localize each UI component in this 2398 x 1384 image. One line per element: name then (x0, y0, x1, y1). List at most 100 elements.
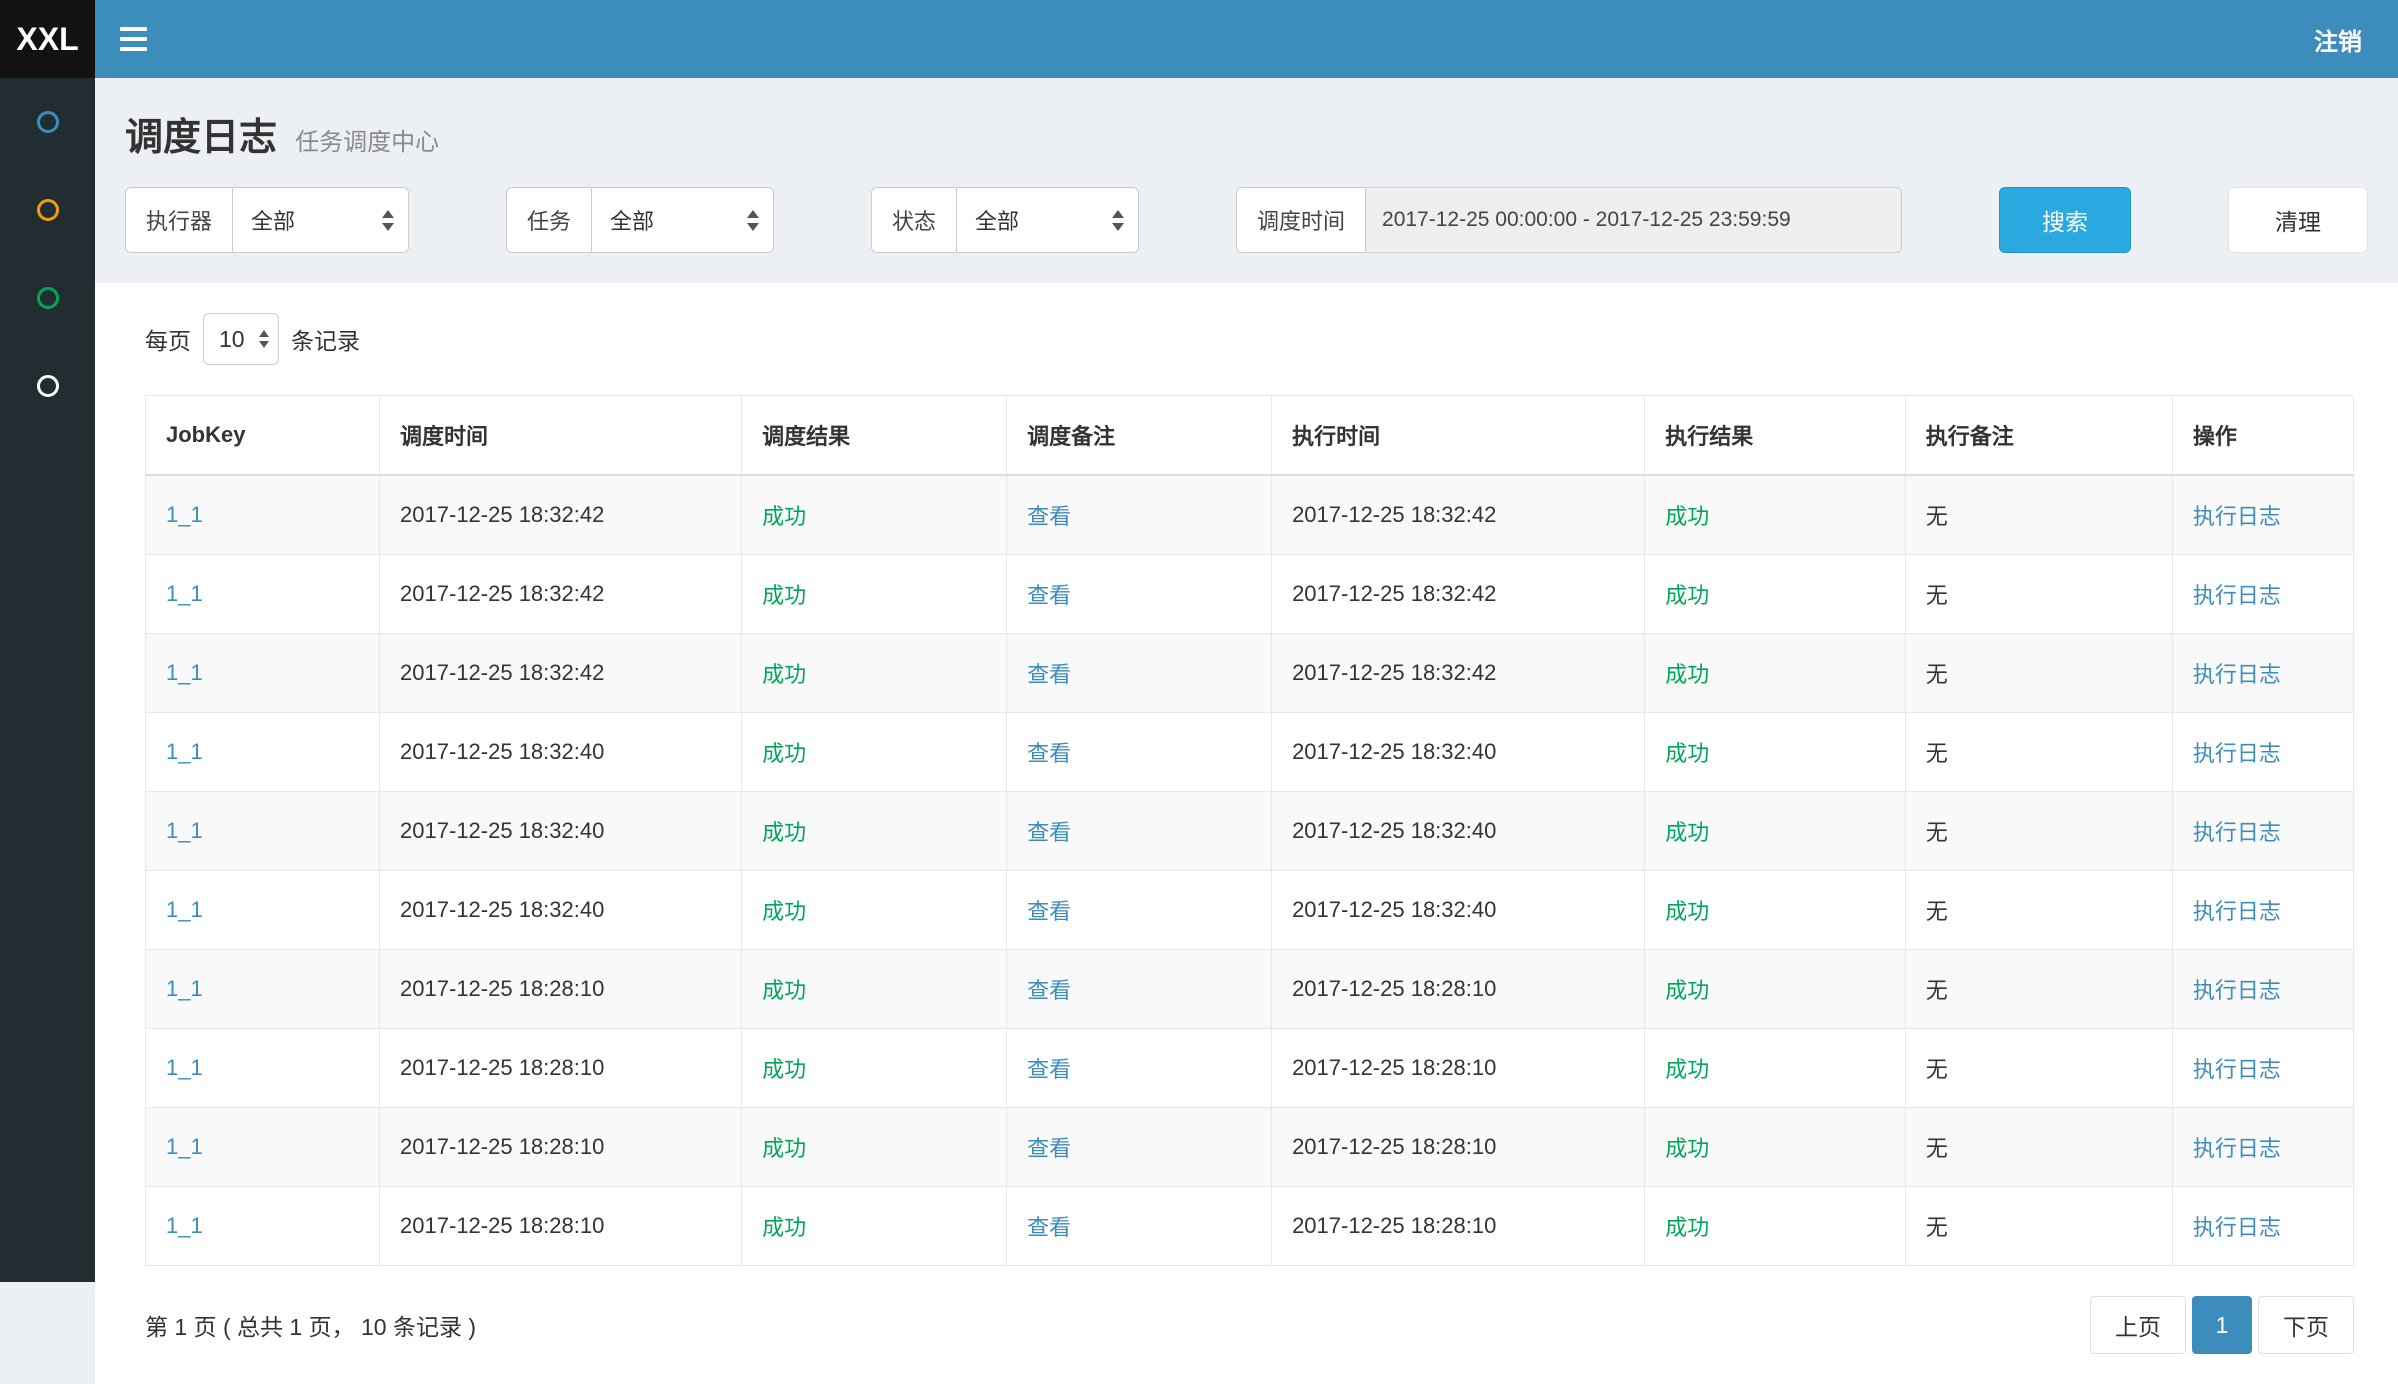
trigger-result: 成功 (762, 978, 806, 1003)
trigger-result: 成功 (762, 504, 806, 529)
next-page-button[interactable]: 下页 (2258, 1296, 2354, 1354)
trigger-result: 成功 (762, 1215, 806, 1240)
col-jobkey: JobKey (146, 396, 380, 476)
trigger-time: 2017-12-25 18:28:10 (400, 976, 604, 1001)
table-footer: 第 1 页 ( 总共 1 页， 10 条记录 ) 上页 1 下页 (145, 1296, 2354, 1354)
select-stepper-icon (1112, 210, 1124, 231)
circle-icon (37, 111, 59, 133)
clear-button[interactable]: 清理 (2228, 187, 2368, 253)
handle-msg: 无 (1926, 1215, 1948, 1240)
trigger-time-range-input[interactable] (1365, 187, 1902, 253)
sidebar-toggle-button[interactable] (95, 0, 171, 78)
handle-result: 成功 (1665, 978, 1709, 1003)
page-subtitle: 任务调度中心 (295, 129, 439, 156)
handle-time: 2017-12-25 18:32:40 (1292, 897, 1496, 922)
sidebar-item-1[interactable] (0, 78, 95, 166)
filter-row: 执行器 全部 任务 全部 状态 全部 (95, 187, 2398, 283)
handle-result: 成功 (1665, 504, 1709, 529)
sidebar-item-4[interactable] (0, 342, 95, 430)
trigger-msg-link[interactable]: 查看 (1027, 504, 1071, 529)
pagination: 上页 1 下页 (2090, 1296, 2354, 1354)
status-select[interactable]: 全部 (956, 187, 1139, 253)
jobkey-link[interactable]: 1_1 (166, 1134, 203, 1159)
job-filter-label: 任务 (506, 187, 591, 253)
sidebar-item-3[interactable] (0, 254, 95, 342)
trigger-result: 成功 (762, 583, 806, 608)
col-trigger-msg: 调度备注 (1007, 396, 1272, 476)
trigger-time-filter: 调度时间 (1236, 187, 1902, 253)
trigger-time: 2017-12-25 18:28:10 (400, 1134, 604, 1159)
jobkey-link[interactable]: 1_1 (166, 502, 203, 527)
col-trigger-result: 调度结果 (742, 396, 1007, 476)
trigger-msg-link[interactable]: 查看 (1027, 583, 1071, 608)
handle-time: 2017-12-25 18:32:42 (1292, 660, 1496, 685)
col-action: 操作 (2172, 396, 2353, 476)
handle-msg: 无 (1926, 820, 1948, 845)
handle-time: 2017-12-25 18:32:40 (1292, 818, 1496, 843)
trigger-msg-link[interactable]: 查看 (1027, 1136, 1071, 1161)
col-trigger-time: 调度时间 (380, 396, 742, 476)
trigger-msg-link[interactable]: 查看 (1027, 1057, 1071, 1082)
handle-msg: 无 (1926, 1057, 1948, 1082)
trigger-time: 2017-12-25 18:32:42 (400, 581, 604, 606)
jobkey-link[interactable]: 1_1 (166, 1213, 203, 1238)
sidebar-item-2[interactable] (0, 166, 95, 254)
page-size-select[interactable]: 10 (203, 313, 279, 365)
trigger-msg-link[interactable]: 查看 (1027, 1215, 1071, 1240)
job-filter: 任务 全部 (506, 187, 774, 253)
execution-log-link[interactable]: 执行日志 (2193, 820, 2281, 845)
execution-log-link[interactable]: 执行日志 (2193, 899, 2281, 924)
execution-log-link[interactable]: 执行日志 (2193, 662, 2281, 687)
jobkey-link[interactable]: 1_1 (166, 739, 203, 764)
handle-msg: 无 (1926, 741, 1948, 766)
jobkey-link[interactable]: 1_1 (166, 976, 203, 1001)
search-button[interactable]: 搜索 (1999, 187, 2131, 253)
jobkey-link[interactable]: 1_1 (166, 581, 203, 606)
job-select[interactable]: 全部 (591, 187, 774, 253)
trigger-msg-link[interactable]: 查看 (1027, 978, 1071, 1003)
trigger-time-filter-label: 调度时间 (1236, 187, 1365, 253)
table-row: 1_12017-12-25 18:28:10成功查看2017-12-25 18:… (146, 1029, 2354, 1108)
app-logo[interactable]: XXL (0, 0, 95, 78)
trigger-time: 2017-12-25 18:32:42 (400, 502, 604, 527)
col-handle-result: 执行结果 (1645, 396, 1906, 476)
status-select-value: 全部 (975, 204, 1019, 236)
table-row: 1_1 2017-12-25 18:32:40 成功 查看 2017-12-25 18:… (146, 871, 2354, 950)
col-handle-time: 执行时间 (1272, 396, 1645, 476)
execution-log-link[interactable]: 执行日志 (2193, 504, 2281, 529)
jobkey-link[interactable]: 1_1 (166, 897, 203, 922)
trigger-msg-link[interactable]: 查看 (1027, 899, 1071, 924)
handle-time: 2017-12-25 18:32:40 (1292, 739, 1496, 764)
trigger-msg-link[interactable]: 查看 (1027, 820, 1071, 845)
current-page-button[interactable]: 1 (2192, 1296, 2252, 1354)
executor-filter: 执行器 全部 (125, 187, 409, 253)
execution-log-link[interactable]: 执行日志 (2193, 583, 2281, 608)
trigger-time: 2017-12-25 18:32:40 (400, 897, 604, 922)
execution-log-link[interactable]: 执行日志 (2193, 741, 2281, 766)
handle-time: 2017-12-25 18:28:10 (1292, 1055, 1496, 1080)
jobkey-link[interactable]: 1_1 (166, 1055, 203, 1080)
handle-result: 成功 (1665, 662, 1709, 687)
execution-log-link[interactable]: 执行日志 (2193, 1057, 2281, 1082)
handle-time: 2017-12-25 18:32:42 (1292, 502, 1496, 527)
table-row: 1_12017-12-25 18:32:40成功查看2017-12-25 18:… (146, 792, 2354, 871)
handle-msg: 无 (1926, 978, 1948, 1003)
trigger-time: 2017-12-25 18:28:10 (400, 1055, 604, 1080)
logout-link[interactable]: 注销 (2314, 22, 2362, 57)
trigger-result: 成功 (762, 899, 806, 924)
prev-page-button[interactable]: 上页 (2090, 1296, 2186, 1354)
jobkey-link[interactable]: 1_1 (166, 818, 203, 843)
execution-log-link[interactable]: 执行日志 (2193, 978, 2281, 1003)
jobkey-link[interactable]: 1_1 (166, 660, 203, 685)
trigger-msg-link[interactable]: 查看 (1027, 741, 1071, 766)
execution-log-link[interactable]: 执行日志 (2193, 1136, 2281, 1161)
executor-select[interactable]: 全部 (232, 187, 409, 253)
trigger-msg-link[interactable]: 查看 (1027, 662, 1071, 687)
handle-time: 2017-12-25 18:32:42 (1292, 581, 1496, 606)
trigger-result: 成功 (762, 662, 806, 687)
handle-result: 成功 (1665, 583, 1709, 608)
handle-msg: 无 (1926, 1136, 1948, 1161)
col-handle-msg: 执行备注 (1905, 396, 2172, 476)
execution-log-link[interactable]: 执行日志 (2193, 1215, 2281, 1240)
table-header-row: JobKey调度时间调度结果调度备注执行时间执行结果执行备注操作 (146, 396, 2354, 476)
